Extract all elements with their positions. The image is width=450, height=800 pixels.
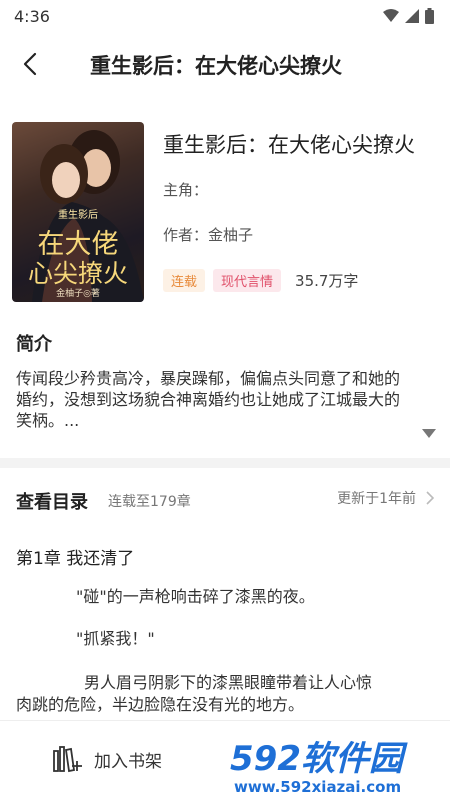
add-to-shelf-label: 加入书架 bbox=[94, 751, 162, 772]
chapter-title: 第1章 我还清了 bbox=[16, 549, 135, 569]
synopsis-line: 婚约，没想到这场貌合神离婚约也让她成了江城最大的 bbox=[16, 390, 401, 409]
svg-text:www.592xiazai.com: www.592xiazai.com bbox=[234, 778, 401, 796]
section-divider bbox=[0, 458, 450, 468]
protagonist-label: 主角： bbox=[163, 181, 209, 199]
wifi-icon bbox=[383, 9, 399, 22]
word-count: 35.7万字 bbox=[295, 272, 359, 290]
status-time: 4:36 bbox=[14, 6, 50, 26]
toc-updated[interactable]: 更新于1年前 bbox=[337, 488, 434, 508]
cover-main-line-2: 心尖撩火 bbox=[27, 259, 128, 288]
chapter-preview[interactable]: 第1章 我还清了 "碰"的一声枪响击碎了漆黑的夜。 "抓紧我！" 男人眉弓阴影下… bbox=[0, 538, 450, 718]
back-button[interactable] bbox=[12, 46, 48, 82]
synopsis-heading: 简介 bbox=[16, 334, 52, 355]
book-cover[interactable]: 重生影后 在大佬 心尖撩火 金柚子◎著 bbox=[12, 122, 144, 302]
chapter-paragraph: 肉跳的危险，半边脸隐在没有光的地方。 bbox=[16, 695, 305, 714]
synopsis-text[interactable]: 传闻段少矜贵高冷，暴戾躁郁，偏偏点头同意了和她的 婚约，没想到这场貌合神离婚约也… bbox=[16, 368, 434, 431]
chapter-paragraph: "抓紧我！" bbox=[76, 629, 155, 648]
synopsis-line: 笑柄。... bbox=[16, 411, 80, 430]
battery-icon bbox=[425, 8, 434, 24]
synopsis-line: 传闻段少矜贵高冷，暴戾躁郁，偏偏点头同意了和她的 bbox=[16, 369, 401, 388]
cover-small-title: 重生影后 bbox=[58, 210, 98, 221]
author-line: 作者：金柚子 bbox=[163, 226, 254, 244]
watermark-logo: 592软件园 www.592xiazai.com bbox=[224, 730, 450, 800]
signal-icon bbox=[405, 9, 419, 23]
toc-progress: 连载至179章 bbox=[108, 494, 191, 510]
svg-text:592软件园: 592软件园 bbox=[230, 739, 408, 779]
status-bar: 4:36 bbox=[0, 0, 450, 32]
page-title: 重生影后：在大佬心尖撩火 bbox=[90, 54, 342, 78]
synopsis-section: 简介 传闻段少矜贵高冷，暴戾躁郁，偏偏点头同意了和她的 婚约，没想到这场貌合神离… bbox=[0, 326, 450, 458]
chapter-paragraph: "碰"的一声枪响击碎了漆黑的夜。 bbox=[76, 587, 315, 606]
expand-triangle-icon[interactable] bbox=[422, 429, 436, 439]
add-to-shelf-button[interactable]: 加入书架 bbox=[52, 745, 162, 773]
cover-author: 金柚子◎著 bbox=[56, 289, 100, 299]
toc-updated-text: 更新于1年前 bbox=[337, 491, 416, 507]
chevron-right-icon bbox=[426, 491, 434, 505]
add-bookshelf-icon bbox=[53, 746, 82, 773]
top-app-bar: 重生影后：在大佬心尖撩火 bbox=[0, 32, 450, 98]
chapter-paragraph: 男人眉弓阴影下的漆黑眼瞳带着让人心惊 bbox=[84, 673, 373, 692]
toc-row[interactable]: 查看目录 连载至179章 更新于1年前 bbox=[0, 478, 450, 524]
book-tags: 连载 现代言情 35.7万字 bbox=[163, 269, 358, 292]
toc-title: 查看目录 bbox=[16, 492, 88, 513]
chevron-left-icon bbox=[23, 52, 37, 76]
book-title: 重生影后：在大佬心尖撩火 bbox=[163, 133, 415, 157]
book-info: 重生影后 在大佬 心尖撩火 金柚子◎著 重生影后：在大佬心尖撩火 主角： 作者：… bbox=[0, 112, 450, 312]
watermark-logo-graphic: 592软件园 www.592xiazai.com bbox=[224, 730, 450, 800]
status-icons bbox=[383, 8, 434, 24]
tag-serial: 连载 bbox=[163, 269, 206, 292]
tag-genre: 现代言情 bbox=[213, 269, 282, 292]
